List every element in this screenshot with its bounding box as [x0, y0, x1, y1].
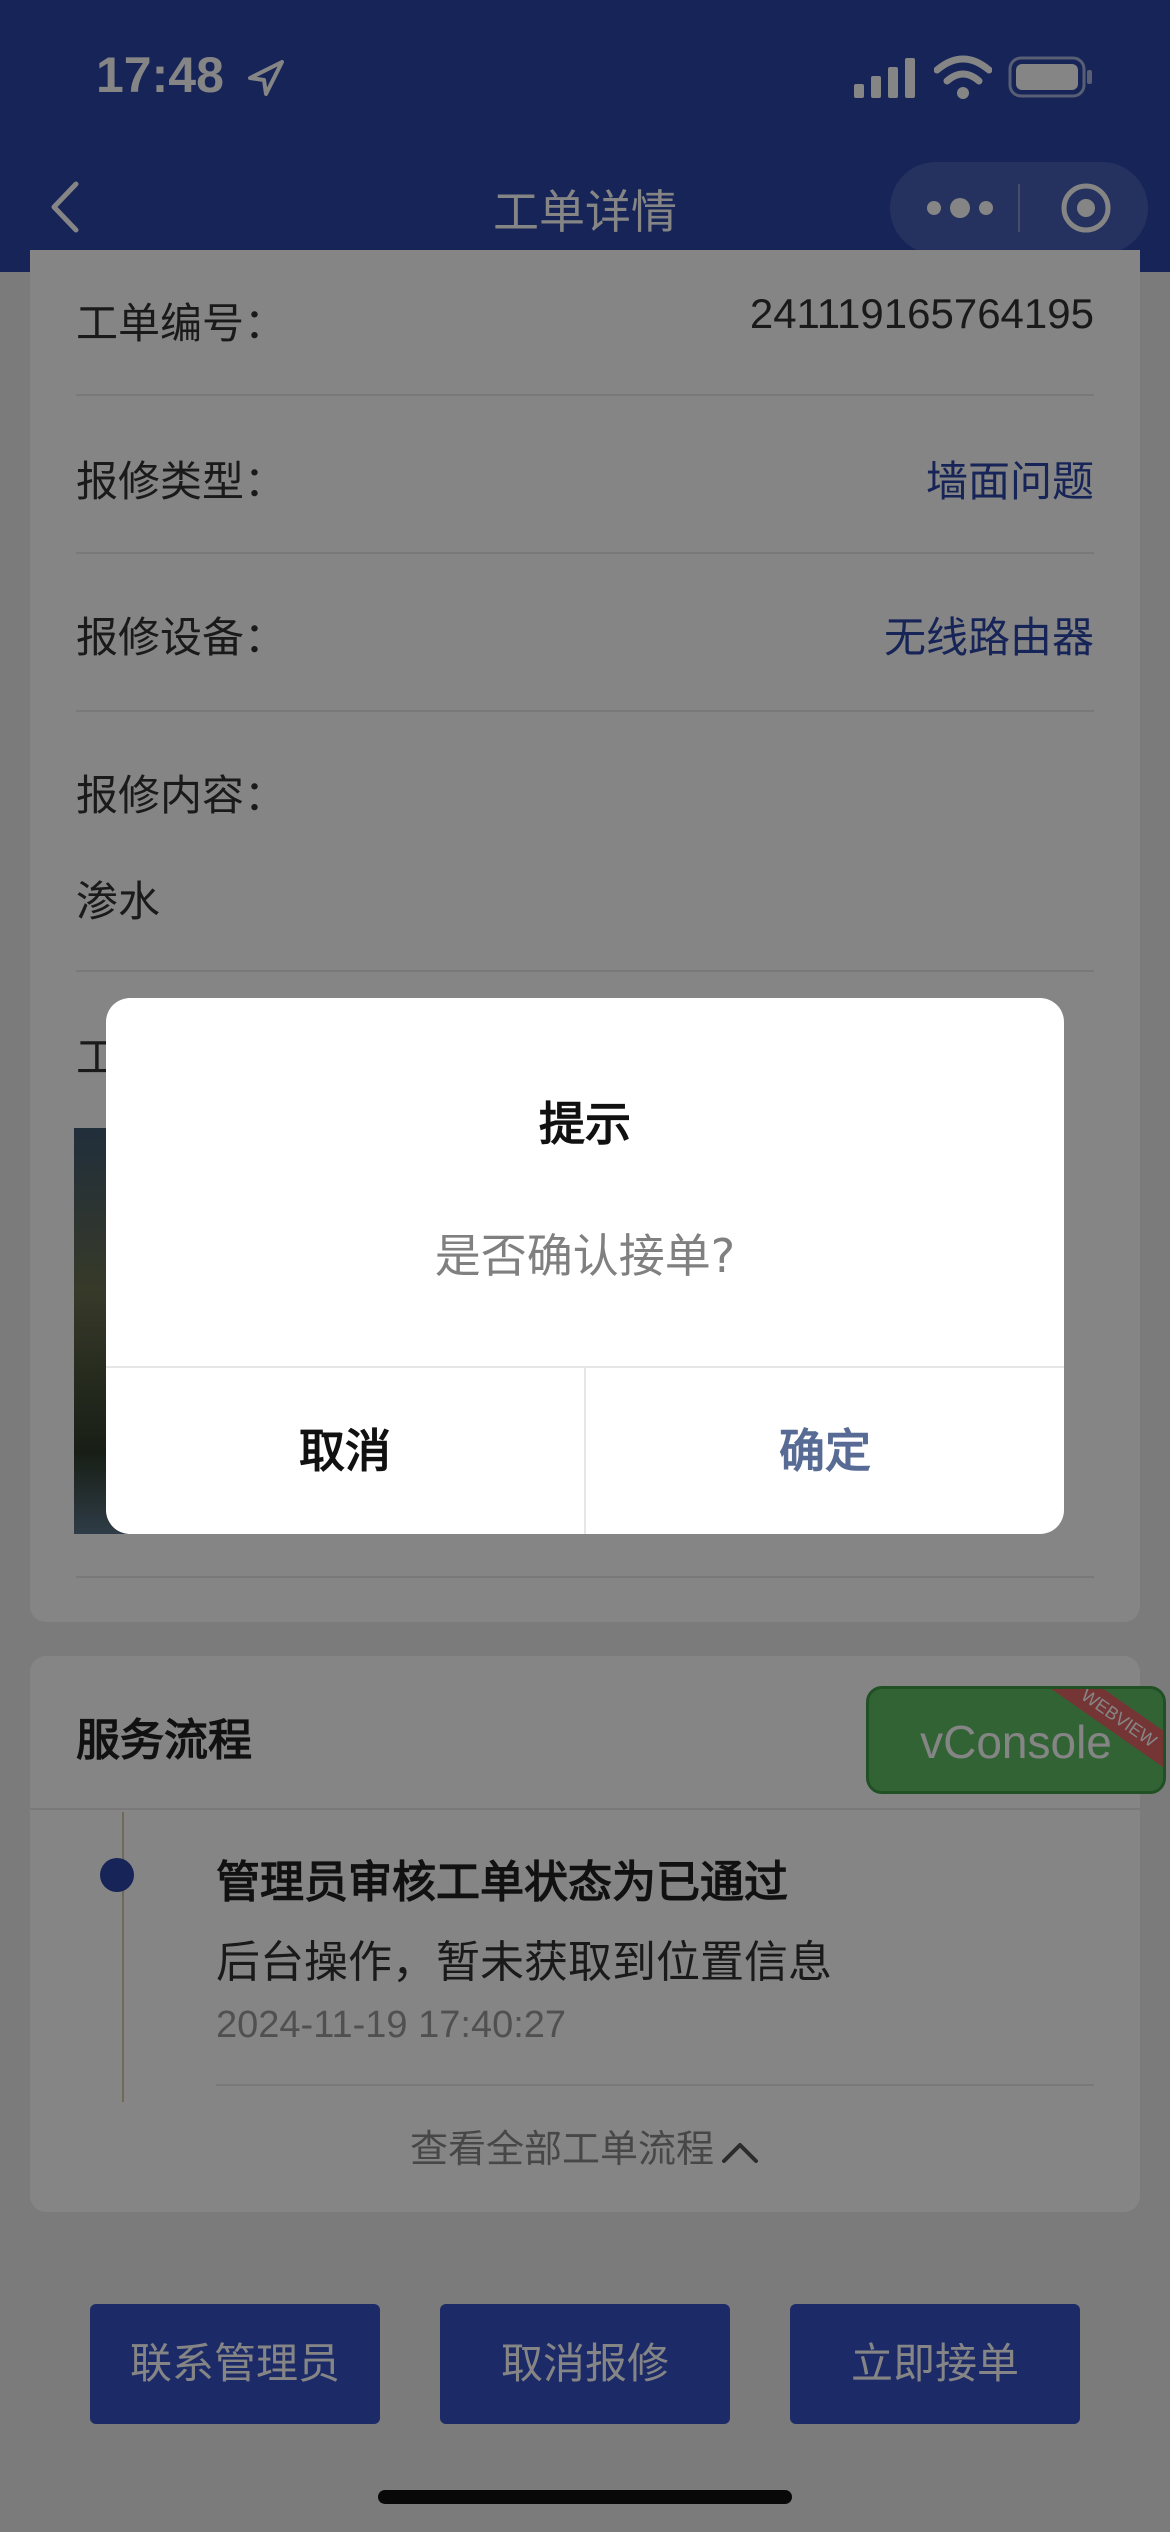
confirm-dialog: 提示 是否确认接单? 取消 确定 [106, 998, 1064, 1534]
dialog-cancel-button[interactable]: 取消 [106, 1368, 584, 1534]
dialog-message: 是否确认接单? [434, 1229, 736, 1283]
dialog-title: 提示 [539, 1097, 631, 1151]
dialog-confirm-button[interactable]: 确定 [586, 1368, 1064, 1534]
